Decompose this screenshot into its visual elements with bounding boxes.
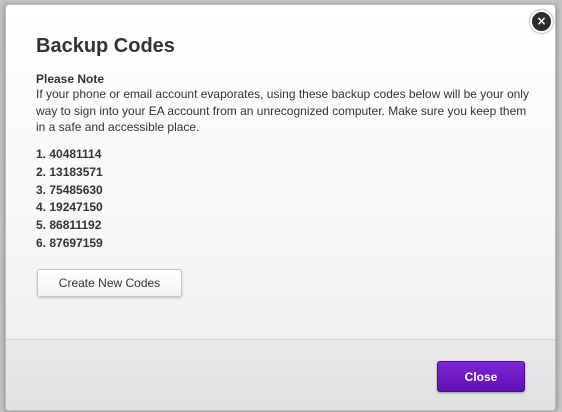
backup-codes-dialog: × Backup Codes Please Note If your phone… <box>5 4 556 411</box>
backup-codes-list: 1. 40481114 2. 13183571 3. 75485630 4. 1… <box>36 146 103 253</box>
create-new-codes-button[interactable]: Create New Codes <box>37 269 182 297</box>
note-body: If your phone or email account evaporate… <box>36 87 529 134</box>
dialog-title: Backup Codes <box>36 35 175 57</box>
close-icon[interactable]: × <box>530 10 553 33</box>
backup-code-item: 6. 87697159 <box>36 235 103 250</box>
backup-code-item: 5. 86811192 <box>36 218 102 233</box>
note-heading: Please Note <box>36 72 105 86</box>
backup-code-item: 2. 13183571 <box>36 164 103 179</box>
backup-code-item: 4. 19247150 <box>36 200 103 215</box>
close-button[interactable]: Close <box>437 361 525 392</box>
backup-code-item: 1. 40481114 <box>36 147 102 161</box>
backup-code-item: 3. 75485630 <box>36 182 103 197</box>
